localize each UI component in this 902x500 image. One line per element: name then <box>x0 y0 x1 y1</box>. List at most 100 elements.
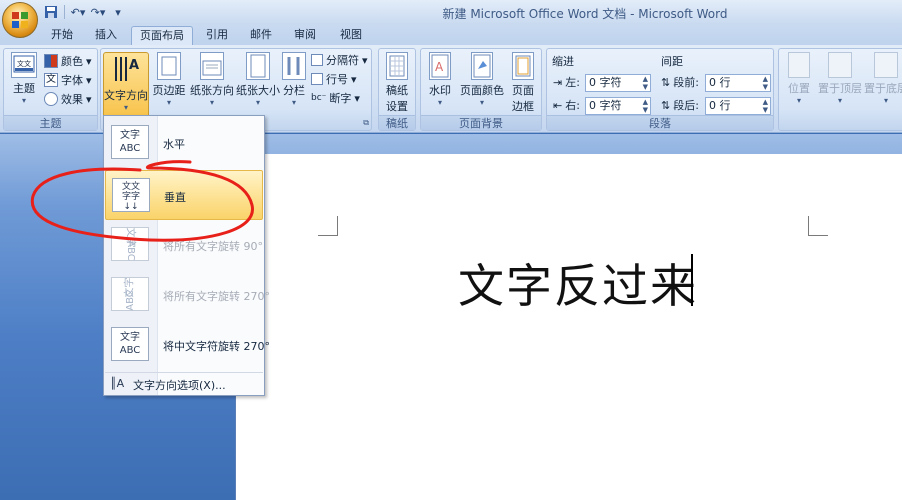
chevron-down-icon: ▾ <box>86 54 92 68</box>
indent-right-label: ⇤ 右: <box>553 96 580 114</box>
send-back-icon <box>874 52 898 78</box>
tab-page-layout[interactable]: 页面布局 <box>131 26 193 45</box>
line-numbers-icon <box>311 73 323 85</box>
ribbon-tabs: 开始 插入 页面布局 引用 邮件 审阅 视图 <box>0 24 902 45</box>
chevron-down-icon: ▾ <box>255 98 260 107</box>
theme-colors-button[interactable]: 颜色 ▾ <box>44 52 92 70</box>
menu-item-horizontal-label: 水平 <box>163 138 185 151</box>
page-setup-launcher-icon[interactable]: ⧉ <box>363 118 369 128</box>
margins-button[interactable]: 页边距 ▾ <box>149 52 189 112</box>
tab-view[interactable]: 视图 <box>333 26 369 45</box>
bring-front-label: 置于顶层 <box>818 82 862 95</box>
spin-arrows-icon[interactable]: ▲ ▼ <box>643 75 648 91</box>
orientation-button[interactable]: 纸张方向 ▾ <box>189 52 235 112</box>
text-direction-menu: 文字 ABC 水平 文文 字字 ↓↓ 垂直 文字 ABC 将所有文字旋转 90° 文字 A… <box>103 115 270 396</box>
theme-fonts-label: 字体 <box>61 74 83 87</box>
indent-right-text: 右: <box>565 99 580 112</box>
watermark-button[interactable]: A 水印 ▾ <box>423 52 457 112</box>
spin-arrows-icon[interactable]: ▲ ▼ <box>763 75 768 91</box>
rotate-90-icon: 文字 ABC <box>111 227 149 261</box>
orientation-icon <box>200 52 224 80</box>
menu-item-rotate-cjk-270[interactable]: 文字 ABC 将中文字符旋转 270° <box>105 320 270 370</box>
spacing-after-input[interactable]: 0 行 ▲ ▼ <box>705 97 771 115</box>
menu-item-rotate-cjk-270-label: 将中文字符旋转 270° <box>163 340 270 353</box>
size-icon <box>246 52 270 80</box>
menu-item-vertical[interactable]: 文文 字字 ↓↓ 垂直 <box>105 170 263 220</box>
tab-home[interactable]: 开始 <box>44 26 80 45</box>
send-back-label: 置于底层 <box>864 82 902 95</box>
themes-label: 主题 <box>13 82 35 95</box>
chevron-down-icon: ▾ <box>883 96 888 105</box>
menu-item-rotate-90-label: 将所有文字旋转 90° <box>163 240 263 253</box>
indent-right-icon: ⇤ <box>553 98 563 112</box>
orientation-label: 纸张方向 <box>190 84 234 97</box>
text-direction-icon: A <box>111 53 141 85</box>
window-title: 新建 Microsoft Office Word 文档 - Microsoft … <box>442 7 728 21</box>
manuscript-group: 稿纸 设置 稿纸 <box>378 48 416 131</box>
manuscript-settings-button[interactable]: 稿纸 设置 <box>381 52 413 113</box>
fonts-icon: 文 <box>44 73 58 87</box>
line-numbers-button[interactable]: 行号 ▾ <box>311 70 357 88</box>
position-icon <box>788 52 810 78</box>
spacing-before-text: 段前: <box>673 76 699 89</box>
position-button[interactable]: 位置 ▾ <box>781 52 817 112</box>
page-borders-button[interactable]: 页面 边框 <box>507 52 539 113</box>
margins-label: 页边距 <box>152 84 186 97</box>
bring-to-front-button[interactable]: 置于顶层 ▾ <box>817 52 863 112</box>
menu-item-horizontal[interactable]: 文字 ABC 水平 <box>105 118 263 168</box>
svg-text:A: A <box>129 58 139 73</box>
arrange-group: 位置 ▾ 置于顶层 ▾ 置于底层 ▾ <box>778 48 902 131</box>
menu-item-rotate-90[interactable]: 文字 ABC 将所有文字旋转 90° <box>105 220 263 270</box>
spacing-after-value: 0 行 <box>709 99 731 112</box>
chevron-down-icon: ▾ <box>209 98 214 107</box>
menu-item-rotate-270[interactable]: 文字 ABC 将所有文字旋转 270° <box>105 270 270 320</box>
page-color-button[interactable]: 页面颜色 ▾ <box>459 52 505 112</box>
page-background-group: A 水印 ▾ 页面颜色 ▾ 页面 边框 页面背景 <box>420 48 542 131</box>
svg-text:A: A <box>435 60 444 74</box>
chevron-down-icon: ▾ <box>166 98 171 107</box>
chevron-down-icon: ▾ <box>437 98 442 107</box>
hyphenation-button[interactable]: bc⁻ 断字 ▾ <box>311 89 360 107</box>
spacing-before-label: ⇅ 段前: <box>661 73 699 91</box>
text-direction-options-label: 文字方向选项(X)... <box>133 379 226 392</box>
spin-arrows-icon[interactable]: ▲ ▼ <box>643 98 648 114</box>
themes-button[interactable]: 文文 主题 ▾ <box>6 52 42 112</box>
text-direction-options[interactable]: ║A 文字方向选项(X)... <box>105 372 263 394</box>
tab-review[interactable]: 审阅 <box>287 26 323 45</box>
line-numbers-label: 行号 <box>326 73 348 86</box>
svg-text:文文: 文文 <box>17 59 31 68</box>
text-direction-label: 文字方向 <box>104 89 148 102</box>
document-page[interactable]: 文字反过来 <box>236 154 902 500</box>
theme-effects-button[interactable]: 效果 ▾ <box>44 90 92 108</box>
manuscript-label-2: 设置 <box>386 100 408 113</box>
document-text[interactable]: 文字反过来 <box>458 250 698 316</box>
theme-fonts-button[interactable]: 文 字体 ▾ <box>44 71 92 89</box>
indent-left-label: ⇥ 左: <box>553 73 580 91</box>
theme-group-label: 主题 <box>4 115 97 130</box>
breaks-button[interactable]: 分隔符 ▾ <box>311 51 368 69</box>
chevron-down-icon: ▾ <box>354 91 360 105</box>
menu-item-vertical-label: 垂直 <box>164 191 186 204</box>
columns-button[interactable]: 分栏 ▾ <box>279 52 309 112</box>
bring-front-icon <box>828 52 852 78</box>
hyphenation-icon: bc⁻ <box>311 93 327 103</box>
crop-mark-top-right <box>808 216 828 236</box>
columns-label: 分栏 <box>283 84 305 97</box>
chevron-down-icon: ▾ <box>351 72 357 86</box>
text-direction-button[interactable]: A 文字方向 ▾ <box>103 52 149 118</box>
colors-icon <box>44 54 58 68</box>
spacing-before-input[interactable]: 0 行 ▲ ▼ <box>705 74 771 92</box>
chevron-down-icon: ▾ <box>796 96 801 105</box>
office-button[interactable] <box>2 2 38 38</box>
size-button[interactable]: 纸张大小 ▾ <box>235 52 281 112</box>
position-label: 位置 <box>788 82 810 95</box>
chevron-down-icon: ▾ <box>362 53 368 67</box>
tab-references[interactable]: 引用 <box>199 26 235 45</box>
indent-right-input[interactable]: 0 字符 ▲ ▼ <box>585 97 651 115</box>
spin-arrows-icon[interactable]: ▲ ▼ <box>763 98 768 114</box>
indent-left-input[interactable]: 0 字符 ▲ ▼ <box>585 74 651 92</box>
send-to-back-button[interactable]: 置于底层 ▾ <box>863 52 902 112</box>
chevron-down-icon: ▾ <box>479 98 484 107</box>
tab-mailings[interactable]: 邮件 <box>243 26 279 45</box>
tab-insert[interactable]: 插入 <box>88 26 124 45</box>
